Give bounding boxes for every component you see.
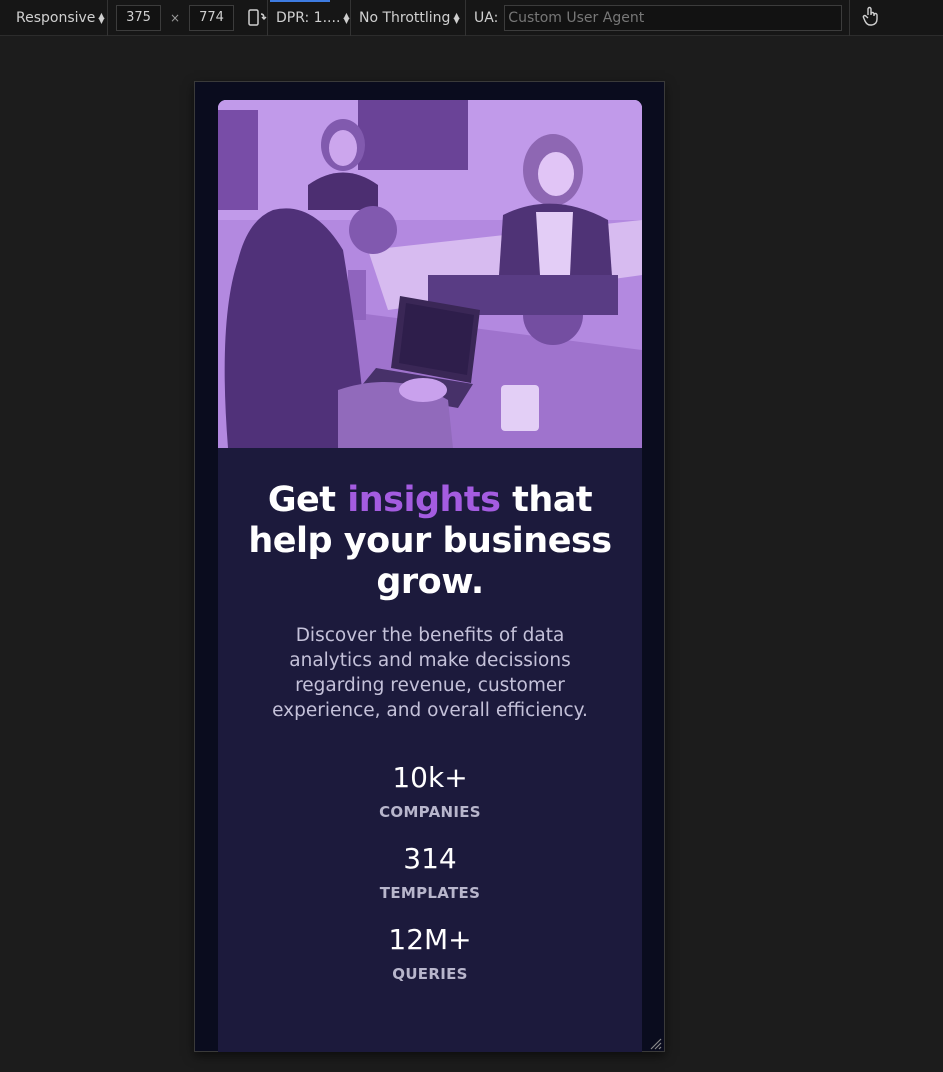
device-viewport: Get insights that help your business gro… [194, 81, 665, 1052]
ua-label: UA: [474, 9, 499, 26]
dimensions-group: 375 × 774 [108, 0, 268, 36]
rotate-icon[interactable] [247, 8, 267, 28]
headline: Get insights that help your business gro… [218, 480, 642, 603]
select-arrows-icon: ▲ ▼ [453, 10, 460, 25]
stats-card: Get insights that help your business gro… [218, 100, 642, 1052]
headline-accent: insights [347, 480, 501, 520]
select-arrows-icon: ▲ ▼ [343, 10, 350, 25]
stat-label: QUERIES [392, 965, 468, 983]
touch-simulation-icon[interactable] [850, 6, 880, 30]
user-agent-input[interactable]: Custom User Agent [504, 4, 843, 31]
stat-queries: 12M+ QUERIES [218, 923, 642, 983]
active-indicator [270, 0, 330, 2]
stat-value: 12M+ [388, 923, 472, 956]
hero-image [218, 100, 642, 448]
responsive-select[interactable]: Responsive ▲ ▼ [0, 0, 108, 36]
dpr-label: DPR: 1.... [276, 9, 341, 26]
throttling-select[interactable]: No Throttling ▲ ▼ [351, 0, 466, 36]
stats-list: 10k+ COMPANIES 314 TEMPLATES 12M+ QUERIE… [218, 761, 642, 983]
stat-companies: 10k+ COMPANIES [218, 761, 642, 821]
stat-value: 314 [403, 842, 457, 875]
times-sign: × [169, 10, 181, 25]
height-input[interactable]: 774 [189, 4, 234, 31]
stat-value: 10k+ [392, 761, 468, 794]
device-toolbar: Responsive ▲ ▼ 375 × 774 DPR: 1.... ▲ ▼ No… [0, 0, 943, 36]
description: Discover the benefits of data analytics … [272, 625, 588, 721]
width-input[interactable]: 375 [116, 4, 161, 31]
stat-templates: 314 TEMPLATES [218, 842, 642, 902]
stat-label: COMPANIES [379, 803, 481, 821]
dpr-select[interactable]: DPR: 1.... ▲ ▼ [268, 0, 351, 36]
user-agent-group: UA: Custom User Agent [466, 0, 850, 36]
throttling-label: No Throttling [359, 9, 451, 26]
responsive-label: Responsive [16, 9, 96, 26]
select-arrows-icon: ▲ ▼ [98, 10, 105, 25]
headline-before: Get [267, 480, 348, 520]
resize-handle-icon[interactable] [648, 1035, 662, 1050]
stat-label: TEMPLATES [379, 884, 481, 902]
